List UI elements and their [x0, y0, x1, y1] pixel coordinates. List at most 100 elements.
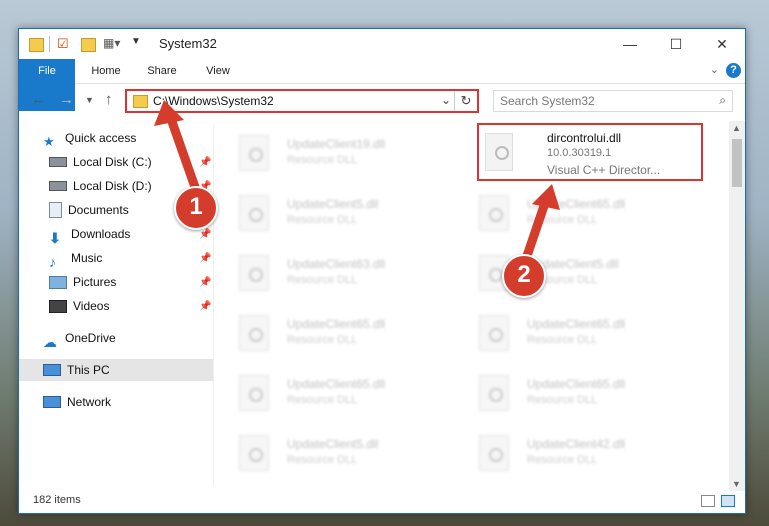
sidebar-item-this-pc[interactable]: This PC: [19, 359, 213, 381]
file-item[interactable]: UpdateClient5.dll Resource DLL: [219, 427, 449, 479]
file-type: Resource DLL: [287, 394, 358, 406]
file-item[interactable]: UpdateClient65.dll Resource DLL: [219, 307, 449, 359]
customize-quick-access-icon[interactable]: ▦▾: [103, 36, 120, 52]
dll-file-icon: [479, 435, 509, 471]
pin-icon[interactable]: 📌: [199, 229, 211, 240]
tab-share[interactable]: Share: [137, 59, 187, 83]
sidebar-item-network[interactable]: Network: [43, 391, 111, 413]
file-list: UpdateClient19.dll Resource DLL UpdateCl…: [219, 121, 729, 491]
minimize-button[interactable]: —: [607, 29, 653, 59]
sidebar-item-videos[interactable]: Videos: [49, 295, 109, 317]
file-description: Visual C++ Director...: [547, 163, 661, 177]
sidebar-item-label: OneDrive: [65, 331, 116, 345]
sidebar-item-local-disk-c[interactable]: Local Disk (C:): [49, 151, 152, 173]
file-item[interactable]: UpdateClient5.dll Resource DLL: [459, 247, 689, 299]
large-icons-view-icon[interactable]: [721, 495, 735, 507]
up-button[interactable]: ↑: [105, 91, 113, 108]
scroll-up-icon[interactable]: ▲: [732, 123, 741, 133]
forward-button[interactable]: →: [59, 91, 74, 108]
title-bar: ☑ ▦▾ ▼ System32 — ☐ ✕: [19, 29, 745, 59]
search-input[interactable]: Search System32 ⌕: [493, 90, 733, 112]
file-item[interactable]: UpdateClient63.dll Resource DLL: [219, 247, 449, 299]
pin-icon[interactable]: 📌: [199, 301, 211, 312]
sidebar-item-label: Music: [71, 251, 103, 265]
music-icon: ♪: [49, 254, 56, 270]
address-path[interactable]: C:\Windows\System32: [153, 94, 274, 108]
window-title: System32: [159, 36, 217, 51]
file-type: Resource DLL: [287, 334, 358, 346]
file-item[interactable]: UpdateClient65.dll Resource DLL: [459, 367, 689, 419]
sidebar-item-documents[interactable]: Documents: [49, 199, 129, 221]
pin-icon[interactable]: 📌: [199, 157, 211, 168]
cloud-icon: ☁: [43, 334, 57, 350]
sidebar-item-local-disk-d[interactable]: Local Disk (D:): [49, 175, 152, 197]
search-icon[interactable]: ⌕: [719, 93, 726, 108]
properties-icon[interactable]: ☑: [57, 36, 69, 52]
file-type: Resource DLL: [527, 214, 598, 226]
dll-file-icon: [479, 195, 509, 231]
chevron-down-icon[interactable]: ⌄: [441, 93, 451, 107]
file-item[interactable]: UpdateClient19.dll Resource DLL: [219, 127, 449, 179]
folder-icon: [133, 95, 148, 108]
dll-file-icon: [239, 315, 269, 351]
file-item[interactable]: UpdateClient42.dll Resource DLL: [459, 427, 689, 479]
file-type: Resource DLL: [527, 334, 598, 346]
details-view-icon[interactable]: [701, 495, 715, 507]
pin-icon[interactable]: 📌: [199, 277, 211, 288]
dll-file-icon: [239, 195, 269, 231]
sidebar-item-downloads[interactable]: ⬇ Downloads: [49, 223, 131, 246]
file-name: UpdateClient42.dll: [527, 437, 626, 451]
download-icon: ⬇: [49, 230, 61, 246]
dll-file-icon: [239, 135, 269, 171]
network-icon: [43, 396, 61, 408]
status-bar: 182 items: [19, 491, 745, 513]
sidebar-item-quick-access[interactable]: ★ Quick access: [43, 127, 136, 149]
sidebar-item-label: Downloads: [71, 227, 131, 241]
address-bar[interactable]: C:\Windows\System32 ⌄ ↻: [125, 89, 479, 113]
scrollbar-thumb[interactable]: [732, 139, 742, 187]
sidebar-item-music[interactable]: ♪ Music: [49, 247, 103, 270]
close-button[interactable]: ✕: [699, 29, 745, 59]
pin-icon[interactable]: 📌: [199, 253, 211, 264]
scroll-down-icon[interactable]: ▼: [732, 479, 741, 489]
dll-file-icon: [239, 375, 269, 411]
file-name: UpdateClient65.dll: [527, 317, 626, 331]
file-type: Resource DLL: [527, 394, 598, 406]
tab-home[interactable]: Home: [81, 59, 131, 83]
refresh-icon[interactable]: ↻: [454, 91, 477, 111]
file-type: Resource DLL: [287, 214, 358, 226]
file-item[interactable]: UpdateClient5.dll Resource DLL: [219, 187, 449, 239]
dll-file-icon: [239, 255, 269, 291]
file-name: UpdateClient65.dll: [527, 197, 626, 211]
file-type: Resource DLL: [527, 454, 598, 466]
sidebar-item-label: Local Disk (D:): [73, 179, 152, 193]
sidebar-item-pictures[interactable]: Pictures: [49, 271, 116, 293]
pictures-icon: [49, 275, 67, 289]
help-icon[interactable]: ?: [726, 63, 741, 78]
sidebar-item-onedrive[interactable]: ☁ OneDrive: [43, 327, 116, 350]
vertical-scrollbar[interactable]: ▲ ▼: [729, 121, 745, 491]
file-item[interactable]: UpdateClient65.dll Resource DLL: [459, 307, 689, 359]
new-folder-icon[interactable]: [81, 38, 96, 52]
recent-locations-icon[interactable]: ▼: [85, 95, 94, 105]
file-name: UpdateClient5.dll: [287, 197, 379, 211]
folder-icon: [29, 38, 44, 52]
file-name: UpdateClient63.dll: [287, 257, 386, 271]
dll-file-icon: [485, 133, 513, 171]
computer-icon: [43, 364, 61, 376]
file-name: UpdateClient19.dll: [287, 137, 386, 151]
file-item[interactable]: UpdateClient65.dll Resource DLL: [219, 367, 449, 419]
navigation-pane: ★ Quick access Local Disk (C:) 📌 Local D…: [19, 125, 213, 485]
highlighted-file-dircontrolui[interactable]: dircontrolui.dll 10.0.30319.1 Visual C++…: [477, 123, 703, 181]
chevron-down-icon[interactable]: ▼: [131, 36, 141, 52]
tab-view[interactable]: View: [193, 59, 243, 83]
sidebar-item-label: Network: [67, 395, 112, 409]
file-version: 10.0.30319.1: [547, 147, 612, 159]
sidebar-item-label: Local Disk (C:): [73, 155, 152, 169]
file-item[interactable]: UpdateClient65.dll Resource DLL: [459, 187, 689, 239]
back-button[interactable]: ←: [31, 91, 46, 108]
pane-divider: [213, 125, 214, 485]
sidebar-item-label: Documents: [68, 203, 129, 217]
maximize-button[interactable]: ☐: [653, 29, 699, 59]
expand-ribbon-icon[interactable]: ⌄: [710, 63, 719, 76]
